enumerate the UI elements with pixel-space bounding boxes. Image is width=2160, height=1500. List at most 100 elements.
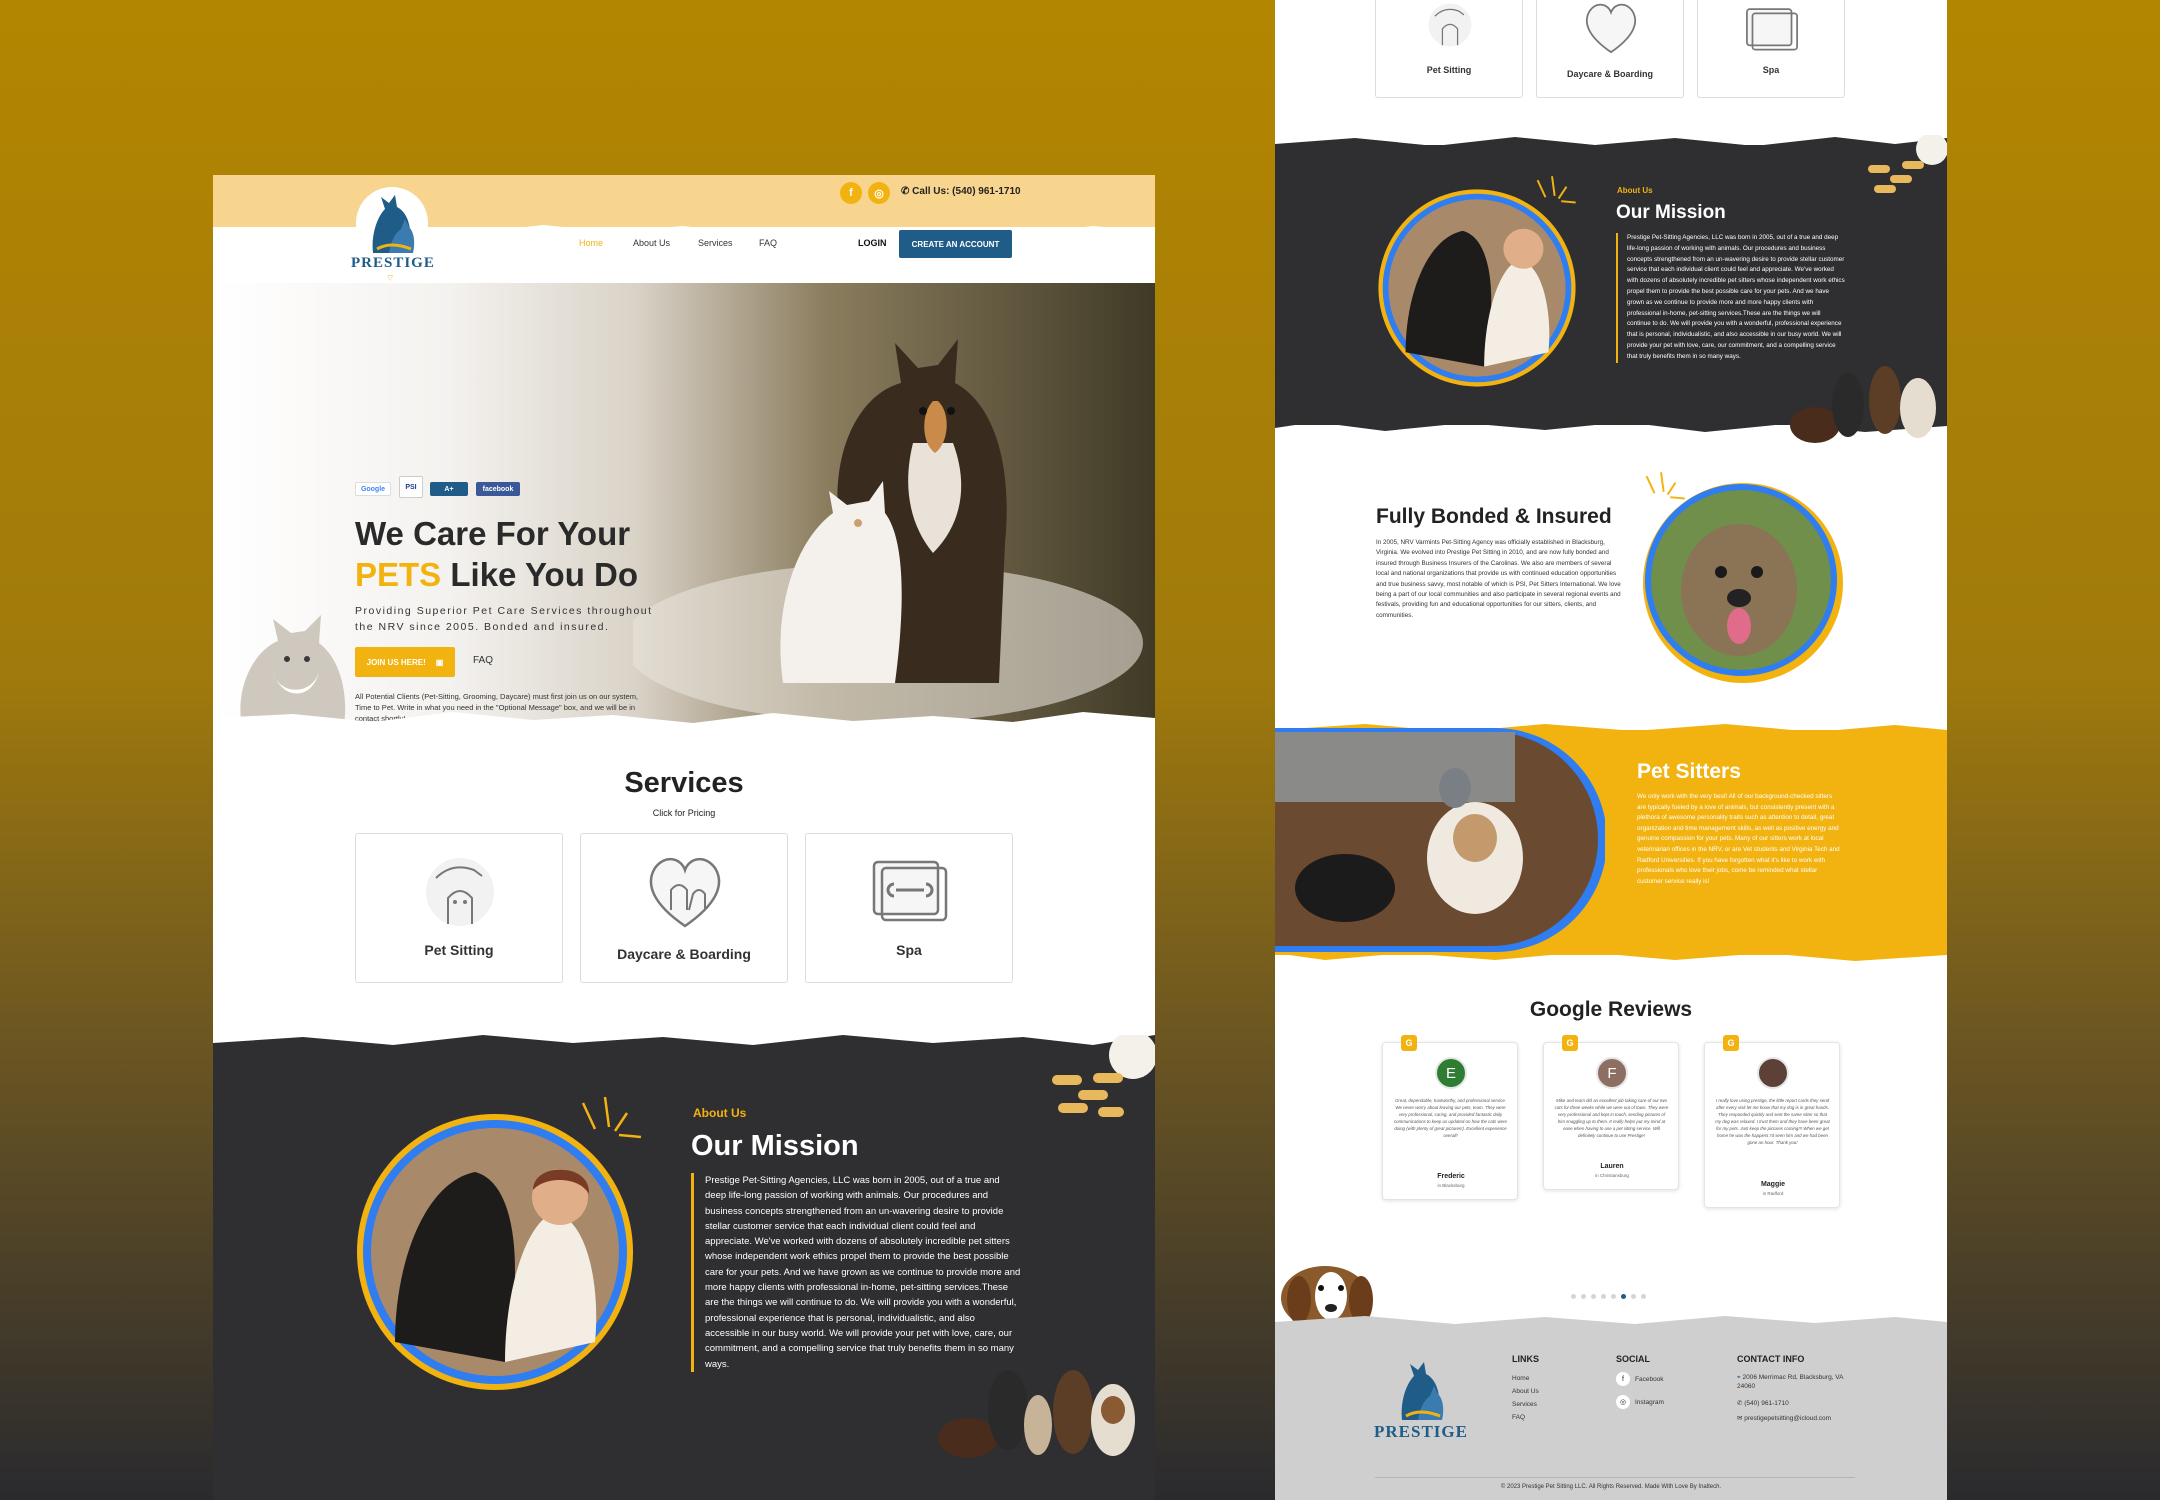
- google-badge: Google: [355, 482, 391, 496]
- spa-book-icon: [872, 860, 948, 922]
- carousel-dot[interactable]: [1601, 1294, 1606, 1299]
- footer-phone[interactable]: ✆ (540) 961-1710: [1737, 1399, 1789, 1407]
- hero-dog-cat-photo: [633, 339, 1143, 723]
- facebook-badge: facebook: [476, 482, 520, 496]
- footer-instagram-link[interactable]: ◎ Instagram: [1616, 1395, 1664, 1409]
- reviewer-avatar: [1757, 1057, 1789, 1089]
- dog-biscuits-image: [1052, 1035, 1155, 1117]
- homepage-preview-right: Pet Sitting Daycare & Boarding Spa About…: [1275, 0, 1947, 1500]
- reviewer-location: in Christiansburg: [1595, 1173, 1629, 1178]
- reviewer-location: in Radford: [1762, 1191, 1784, 1196]
- hero-section: Google PSI A+ facebook We Care For Your …: [213, 283, 1155, 723]
- hand-dog-icon: [1428, 3, 1472, 47]
- footer-email[interactable]: ✉ prestigepetsitting@icloud.com: [1737, 1414, 1831, 1422]
- heart-pets-icon: [649, 858, 721, 928]
- pet-sitters-title: Pet Sitters: [1637, 760, 1741, 783]
- phone-link[interactable]: ✆ Call Us: (540) 961-1710: [901, 186, 1021, 197]
- facebook-icon: f: [1616, 1372, 1630, 1386]
- carousel-dot[interactable]: [1581, 1294, 1586, 1299]
- nav-services[interactable]: Services: [698, 238, 733, 248]
- torn-edge: [213, 712, 1155, 740]
- pet-sitters-text: We only work with the very best! All of …: [1637, 793, 1840, 885]
- footer-facebook-link[interactable]: f Facebook: [1616, 1372, 1664, 1386]
- login-link[interactable]: LOGIN: [858, 238, 887, 248]
- footer-link-services[interactable]: Services: [1512, 1401, 1537, 1408]
- dog-biscuits-image: [1868, 135, 1947, 193]
- mission-text: Prestige Pet-Sitting Agencies, LLC was b…: [1616, 233, 1846, 363]
- review-text: I really love using prestige, the little…: [1715, 1098, 1830, 1145]
- user-plus-icon: ▣: [435, 657, 444, 667]
- mission-tag: About Us: [1617, 186, 1653, 195]
- carousel-dot[interactable]: [1611, 1294, 1616, 1299]
- footer-links-title: LINKS: [1512, 1354, 1539, 1364]
- service-card-pet-sitting[interactable]: Pet Sitting: [355, 833, 563, 983]
- service-card-daycare[interactable]: Daycare & Boarding: [1536, 0, 1684, 98]
- dog-group-photo: [1790, 366, 1936, 443]
- nav-home[interactable]: Home: [579, 238, 603, 248]
- hero-title: We Care For Your PETS Like You Do: [355, 515, 639, 593]
- dogs-in-living-room-photo: [1275, 728, 1605, 952]
- logo[interactable]: PRESTIGE ⌔: [351, 183, 435, 283]
- carousel-dot[interactable]: [1621, 1294, 1626, 1299]
- footer-contact-title: CONTACT INFO: [1737, 1354, 1805, 1364]
- mission-tag: About Us: [693, 1106, 747, 1120]
- bonded-text: In 2005, NRV Varmints Pet-Sitting Agency…: [1376, 539, 1621, 619]
- google-g-icon: G: [1562, 1035, 1578, 1051]
- service-card-daycare[interactable]: Daycare & Boarding: [580, 833, 788, 983]
- service-card-spa[interactable]: Spa: [805, 833, 1013, 983]
- footer-link-home[interactable]: Home: [1512, 1375, 1529, 1382]
- torn-edge: [1275, 1316, 1947, 1334]
- carousel-dot[interactable]: [1571, 1294, 1576, 1299]
- hand-dog-icon: [426, 858, 494, 926]
- spa-book-icon: [1746, 8, 1798, 51]
- heart-pets-icon: [1585, 3, 1637, 54]
- carousel-dot[interactable]: [1631, 1294, 1636, 1299]
- bonded-title: Fully Bonded & Insured: [1376, 505, 1612, 528]
- nav-faq[interactable]: FAQ: [759, 238, 777, 248]
- services-subtitle: Click for Pricing: [652, 808, 716, 818]
- dog-group-photo: [938, 1370, 1135, 1458]
- footer-link-about[interactable]: About Us: [1512, 1388, 1539, 1395]
- service-card-spa[interactable]: Spa: [1697, 0, 1845, 98]
- review-card[interactable]: G E Great, dependable, trustworthy, and pr…: [1382, 1035, 1518, 1200]
- footer-social-title: SOCIAL: [1616, 1354, 1651, 1364]
- footer-copyright: © 2023 Prestige Pet Sitting LLC. All Rig…: [1500, 1484, 1722, 1490]
- mission-title: Our Mission: [691, 1130, 859, 1162]
- nav-about[interactable]: About Us: [633, 238, 670, 248]
- review-card[interactable]: G F Mike and team did an excellent job tak…: [1543, 1035, 1679, 1190]
- carousel-dots[interactable]: [1571, 1286, 1651, 1299]
- footer-address: ⌖ 2006 Merrimac Rd, Blacksburg, VA 24060: [1737, 1374, 1844, 1390]
- google-g-icon: G: [1401, 1035, 1417, 1051]
- mission-title: Our Mission: [1616, 202, 1726, 223]
- review-card[interactable]: G I really love using prestige, the littl…: [1704, 1035, 1840, 1208]
- create-account-button[interactable]: CREATE AN ACCOUNT: [899, 230, 1012, 258]
- reviewer-avatar: E: [1435, 1057, 1467, 1089]
- torn-edge: [213, 1035, 1155, 1063]
- bbb-badge: A+: [430, 482, 468, 496]
- instagram-icon: ◎: [1616, 1395, 1630, 1409]
- logo-dog-cat-icon: [1401, 1362, 1444, 1420]
- torn-edge: [1275, 137, 1947, 160]
- reviews-title: Google Reviews: [1529, 998, 1693, 1021]
- carousel-dot[interactable]: [1641, 1294, 1646, 1299]
- service-card-pet-sitting[interactable]: Pet Sitting: [1375, 0, 1523, 98]
- homepage-preview-left: f ◎ ✆ Call Us: (540) 961-1710 PRESTIGE ⌔…: [213, 175, 1155, 1500]
- doodle-dog-photo: [1643, 483, 1843, 683]
- reviewer-name: Maggie: [1760, 1181, 1786, 1188]
- footer-link-faq[interactable]: FAQ: [1512, 1414, 1525, 1421]
- logo-dog-cat-icon: [356, 187, 428, 259]
- review-text: Mike and team did an excellent job takin…: [1554, 1098, 1669, 1138]
- reviewer-location: in Blacksburg: [1437, 1183, 1465, 1188]
- hero-subtitle: Providing Superior Pet Care Services thr…: [355, 605, 653, 633]
- instagram-icon[interactable]: ◎: [868, 182, 890, 204]
- facebook-icon[interactable]: f: [840, 182, 862, 204]
- footer-logo[interactable]: PRESTIGE: [1373, 1350, 1469, 1460]
- footer-logo-text: PRESTIGE: [1374, 1422, 1468, 1441]
- hero-faq-link[interactable]: FAQ: [473, 655, 493, 666]
- reviewer-avatar: F: [1596, 1057, 1628, 1089]
- owner-with-dog-photo: [357, 1114, 633, 1390]
- join-us-button[interactable]: JOIN US HERE! ▣: [355, 647, 455, 677]
- carousel-dot[interactable]: [1591, 1294, 1596, 1299]
- logo-text: PRESTIGE: [351, 255, 435, 271]
- services-title: Services: [624, 767, 744, 799]
